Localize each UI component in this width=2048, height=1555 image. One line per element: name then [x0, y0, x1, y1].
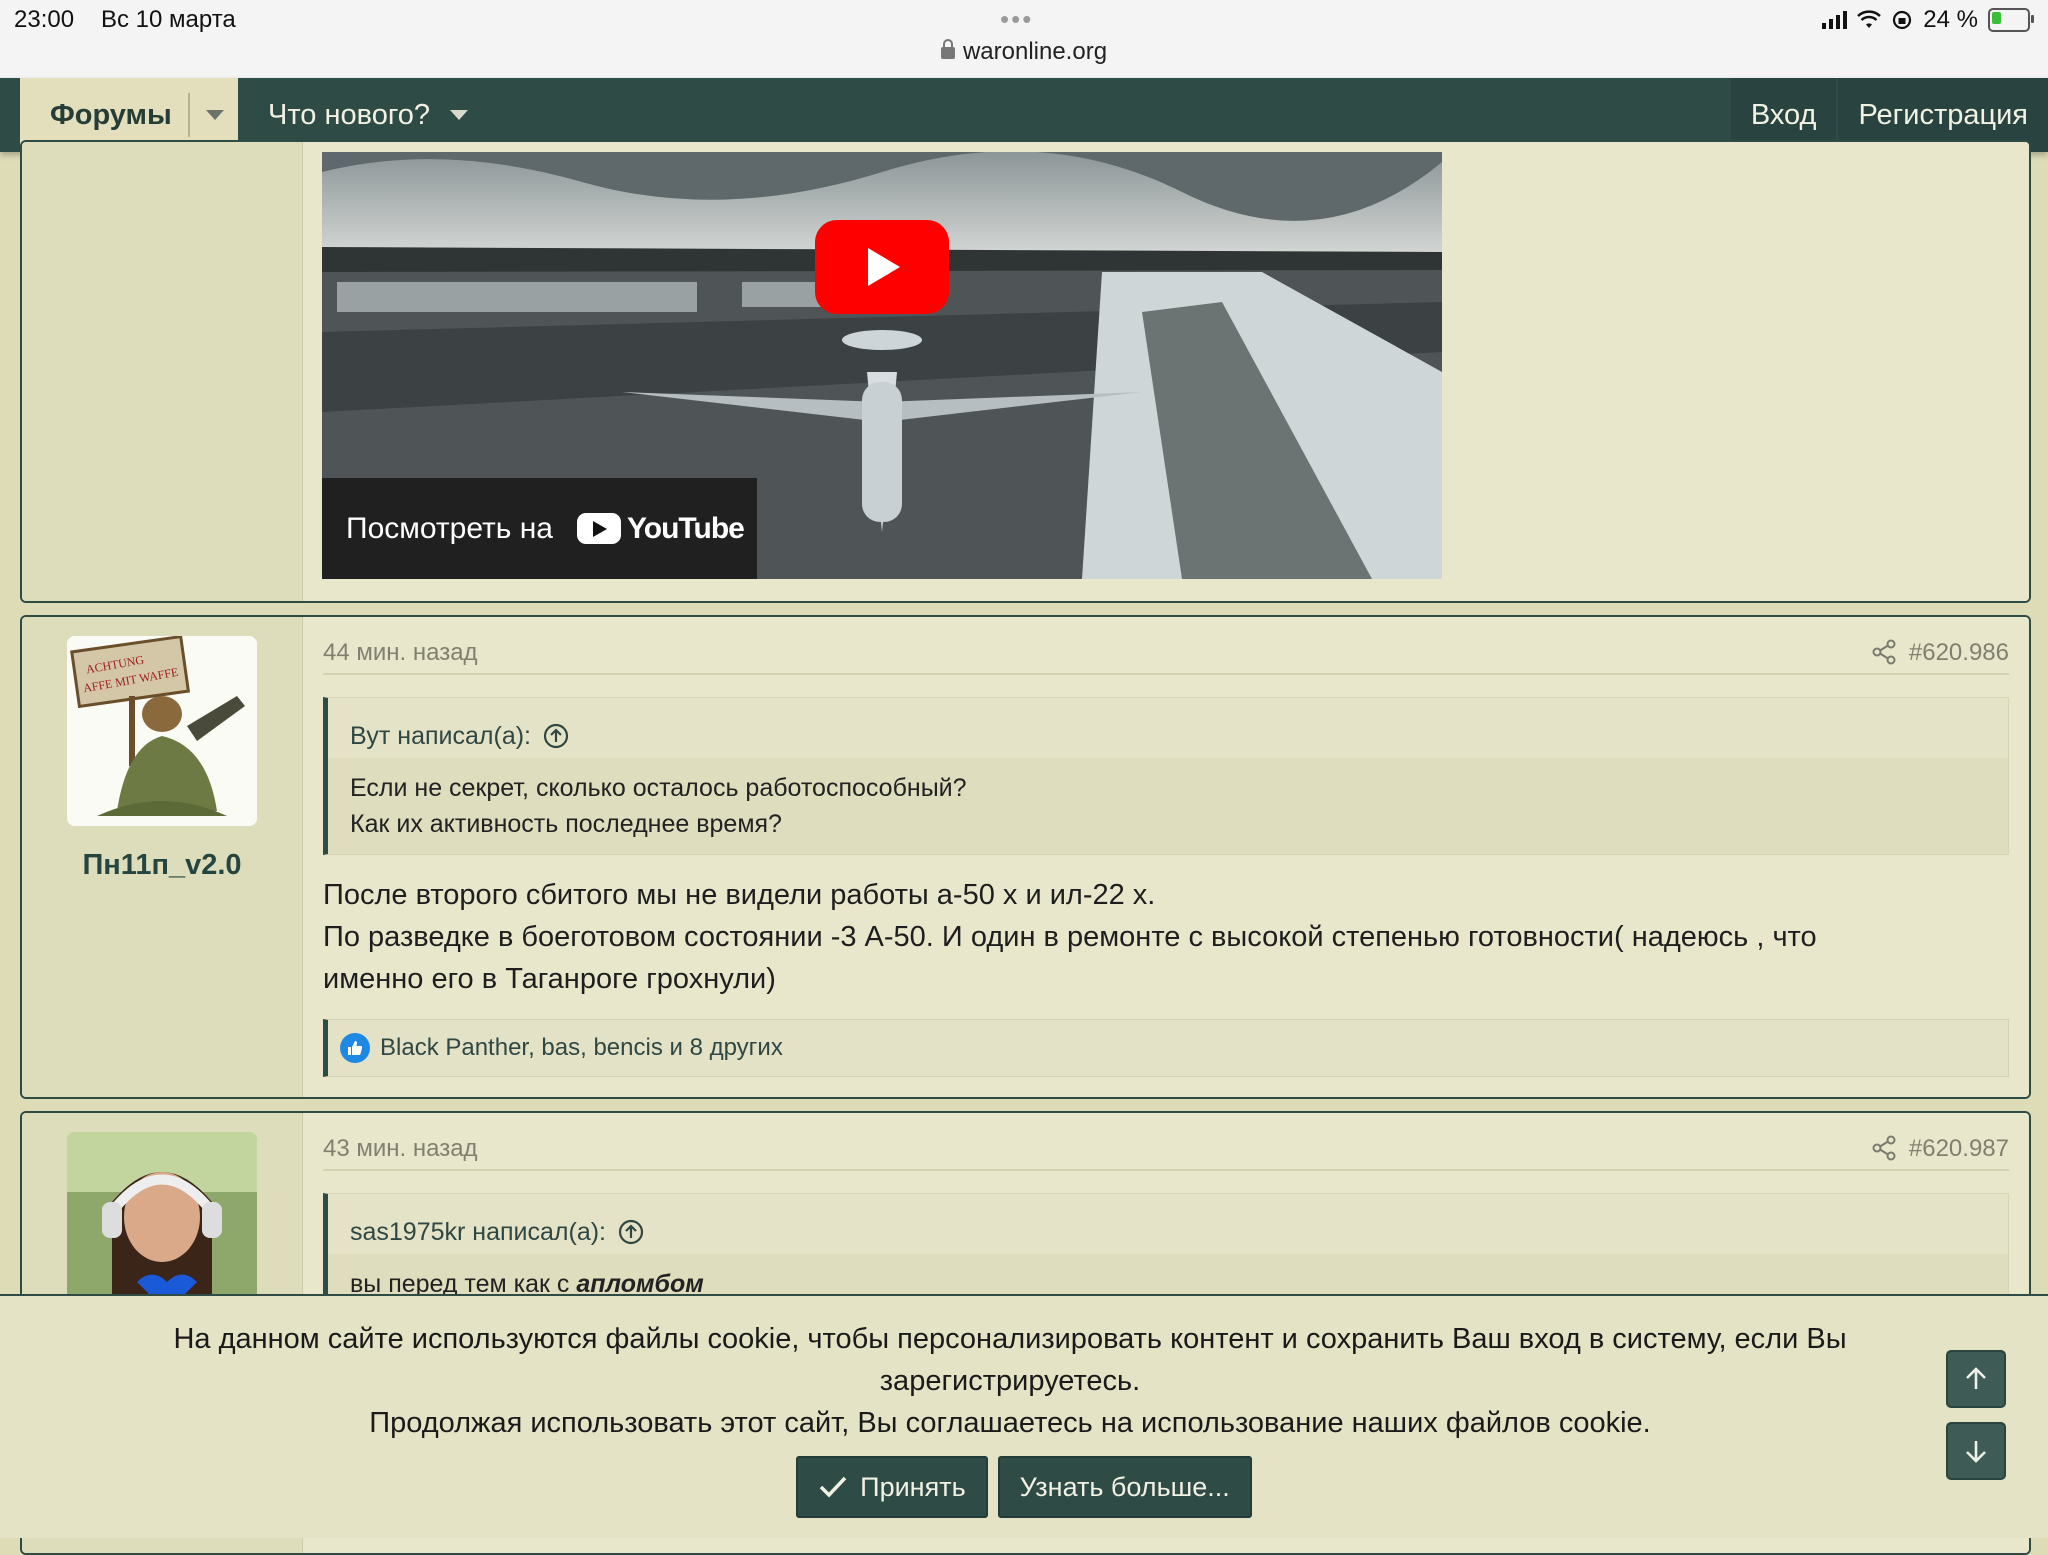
battery-icon — [1988, 8, 2034, 32]
post-time[interactable]: 44 мин. назад — [323, 639, 478, 667]
battery-percent: 24 % — [1923, 6, 1978, 33]
quote-author[interactable]: sas1975kr написал(а): — [350, 1218, 606, 1247]
post-meta: 43 мин. назад #620.987 — [323, 1133, 2009, 1171]
chevron-down-icon[interactable] — [205, 110, 224, 120]
quote-author[interactable]: Вут написал(а): — [350, 722, 531, 751]
reactions-bar[interactable]: Black Panther, bas, bencis и 8 других — [323, 1019, 2009, 1077]
quote-line: Как их активность последнее время? — [350, 810, 782, 838]
quote-block: Вут написал(а): Если не секрет, сколько … — [323, 697, 2009, 855]
reactions-text[interactable]: Black Panther, bas, bencis и 8 других — [380, 1034, 783, 1062]
clock: 23:00 — [14, 6, 75, 33]
accept-cookies-button[interactable]: Принять — [796, 1456, 988, 1518]
url-text: waronline.org — [962, 38, 1108, 65]
post-text-line: После второго сбитого мы не видели работ… — [323, 879, 1156, 911]
avatar-image: ACHTUNG AFFE MIT WAFFE — [67, 636, 257, 826]
post-time[interactable]: 43 мин. назад — [323, 1135, 478, 1163]
cookie-line: На данном сайте используются файлы cooki… — [173, 1323, 1847, 1355]
post-text: После второго сбитого мы не видели работ… — [323, 874, 1989, 1000]
watch-on-youtube-bar[interactable]: Посмотреть на YouTube — [322, 478, 757, 579]
scroll-top-button[interactable] — [1946, 1350, 2006, 1408]
cookie-line: зарегистрируетесь. — [879, 1365, 1141, 1397]
checkmark-icon — [819, 1476, 847, 1498]
divider — [187, 93, 190, 137]
accept-label: Принять — [860, 1471, 966, 1502]
share-icon[interactable] — [1871, 639, 1897, 665]
play-button-icon[interactable] — [815, 220, 949, 314]
thumbs-up-icon — [340, 1033, 370, 1063]
url-bar[interactable]: waronline.org — [0, 38, 2048, 66]
cookie-notice: На данном сайте используются файлы cooki… — [0, 1294, 2048, 1538]
quote-text: Если не секрет, сколько осталось работос… — [328, 758, 2008, 854]
arrow-down-icon — [1966, 1441, 1986, 1463]
browser-status-bar: 23:00 Вс 10 марта ••• 24 % waronline.org — [0, 0, 2048, 78]
youtube-wordmark: YouTube — [626, 511, 745, 545]
post: ACHTUNG AFFE MIT WAFFE Пн11п_v2.0 44 мин… — [20, 615, 2031, 1099]
post-meta: 44 мин. назад #620.986 — [323, 637, 2009, 675]
watch-on-label: Посмотреть на — [346, 511, 553, 545]
chevron-down-icon[interactable] — [450, 110, 469, 120]
arrow-up-icon — [1966, 1367, 1986, 1389]
avatar[interactable]: ACHTUNG AFFE MIT WAFFE — [67, 636, 257, 826]
rotation-lock-icon — [1893, 10, 1912, 30]
post-text-line: По разведке в боеготовом состоянии -3 А-… — [323, 921, 1817, 953]
scroll-bottom-button[interactable] — [1946, 1422, 2006, 1480]
learn-more-button[interactable]: Узнать больше... — [997, 1456, 1252, 1518]
quote-line: Если не секрет, сколько осталось работос… — [350, 774, 967, 802]
post-text-line: именно его в Таганроге грохнули) — [323, 963, 776, 995]
post-body: 44 мин. назад #620.986 Вут написал(а): Е… — [303, 617, 2029, 1097]
more-dots-icon[interactable]: ••• — [1000, 4, 1033, 35]
signal-icon — [1822, 11, 1848, 29]
date: Вс 10 марта — [101, 6, 236, 33]
post-number[interactable]: #620.987 — [1909, 1135, 2009, 1163]
wifi-icon — [1857, 10, 1882, 28]
nav-forums-label: Форумы — [50, 98, 172, 131]
share-icon[interactable] — [1871, 1135, 1897, 1161]
arrow-up-circle-icon[interactable] — [543, 723, 569, 749]
post-number[interactable]: #620.986 — [1909, 639, 2009, 667]
username[interactable]: Пн11п_v2.0 — [22, 849, 302, 882]
arrow-up-circle-icon[interactable] — [618, 1219, 644, 1245]
youtube-logo-icon: YouTube — [576, 511, 745, 546]
post-user-column: ACHTUNG AFFE MIT WAFFE Пн11п_v2.0 — [22, 617, 303, 1097]
lock-icon — [940, 39, 955, 59]
post-user-column — [22, 142, 303, 601]
learn-more-label: Узнать больше... — [1019, 1471, 1230, 1502]
cookie-text: На данном сайте используются файлы cooki… — [120, 1318, 1900, 1444]
status-icons: 24 % — [1822, 6, 2034, 34]
cookie-line: Продолжая использовать этот сайт, Вы сог… — [369, 1407, 1651, 1439]
youtube-embed[interactable]: Посмотреть на YouTube — [322, 152, 1442, 579]
nav-whats-new-label: Что нового? — [268, 98, 431, 131]
